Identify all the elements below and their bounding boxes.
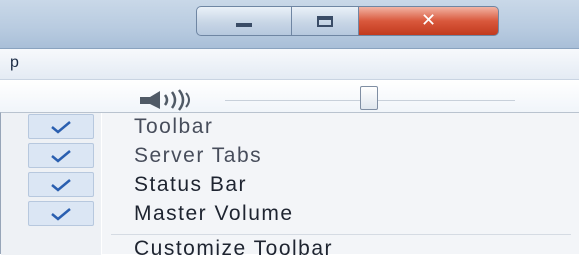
volume-slider-thumb[interactable] xyxy=(360,86,378,110)
check-icon xyxy=(51,207,71,221)
menu-item-label: Master Volume xyxy=(134,202,294,225)
menu-item-customize-toolbar[interactable]: Customize Toolbar xyxy=(1,235,579,263)
menu-item-label: Customize Toolbar xyxy=(134,237,334,260)
check-icon xyxy=(51,178,71,192)
context-menu: Toolbar Server Tabs Status Bar Master Vo… xyxy=(0,112,579,260)
check-box xyxy=(28,143,94,168)
check-icon xyxy=(51,149,71,163)
check-box xyxy=(28,172,94,197)
menu-item-toolbar[interactable]: Toolbar xyxy=(1,113,579,141)
check-box xyxy=(28,114,94,139)
close-button[interactable]: ✕ xyxy=(359,6,499,36)
menu-item-label: Status Bar xyxy=(134,173,248,196)
menu-item-master-volume[interactable]: Master Volume xyxy=(1,200,579,228)
maximize-icon xyxy=(317,15,333,27)
check-box xyxy=(28,201,94,226)
menu-item-label: Toolbar xyxy=(134,115,214,138)
check-icon xyxy=(51,120,71,134)
menu-item-label: Server Tabs xyxy=(134,144,263,167)
menu-item-server-tabs[interactable]: Server Tabs xyxy=(1,142,579,170)
minimize-button[interactable] xyxy=(196,6,292,36)
menubar-item[interactable]: p xyxy=(10,54,19,72)
window-titlebar: ✕ xyxy=(0,0,579,49)
minimize-icon xyxy=(236,23,252,27)
menu-item-status-bar[interactable]: Status Bar xyxy=(1,171,579,199)
speaker-volume-icon[interactable] xyxy=(138,89,208,111)
close-icon: ✕ xyxy=(420,10,437,31)
maximize-button[interactable] xyxy=(292,6,359,36)
caption-buttons: ✕ xyxy=(196,6,499,36)
menubar: p xyxy=(0,49,579,80)
